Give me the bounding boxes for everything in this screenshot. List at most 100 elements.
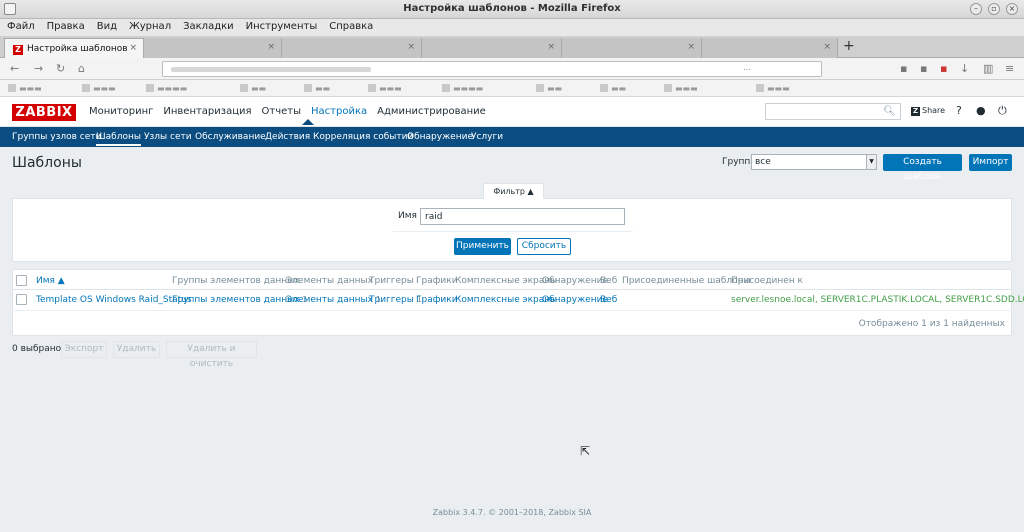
nav-administration[interactable]: Администрирование xyxy=(377,106,486,117)
menu-tools[interactable]: Инструменты xyxy=(239,19,323,32)
zabbix-logo[interactable]: ZABBIX xyxy=(12,104,76,121)
menu-edit[interactable]: Правка xyxy=(40,19,90,32)
extension-icon[interactable]: ▪ xyxy=(900,62,907,75)
items-link[interactable]: Элементы данных 1 xyxy=(286,295,381,305)
subnav-hosts[interactable]: Узлы сети xyxy=(144,132,192,142)
subnav-services[interactable]: Услуги xyxy=(471,132,503,142)
tab-blurred-4[interactable]: × xyxy=(562,38,702,58)
row-checkbox[interactable] xyxy=(16,294,27,305)
sign-out-icon[interactable]: ⏻ xyxy=(998,104,1007,118)
bookmark-item[interactable]: ▬▬ xyxy=(536,84,596,93)
tab-close-icon[interactable]: × xyxy=(267,42,275,52)
bookmark-item[interactable]: ▬▬▬ xyxy=(82,84,142,93)
subnav-maintenance[interactable]: Обслуживание xyxy=(195,132,266,142)
create-template-button[interactable]: Создать шаблон xyxy=(883,154,962,182)
bookmark-item[interactable]: ▬▬▬▬ xyxy=(442,84,532,93)
bookmark-item[interactable]: ▬▬ xyxy=(304,84,364,93)
column-header-discovery: Обнаружение xyxy=(542,276,608,286)
global-search-input[interactable]: 🔍︎ xyxy=(765,103,901,120)
apply-button[interactable]: Применить xyxy=(454,238,511,255)
filter-divider xyxy=(393,231,633,232)
bookmark-item[interactable]: ▬▬▬ xyxy=(756,84,836,93)
group-select[interactable]: все ▼ xyxy=(751,154,877,170)
export-button[interactable]: Экспорт xyxy=(61,341,107,358)
menu-view[interactable]: Вид xyxy=(90,19,122,32)
menu-help[interactable]: Справка xyxy=(322,19,378,32)
active-nav-caret xyxy=(302,119,314,125)
tab-blurred-3[interactable]: × xyxy=(422,38,562,58)
extension-icon[interactable]: ▪ xyxy=(940,62,947,75)
mouse-cursor-icon: ⇱ xyxy=(580,444,591,458)
menu-history[interactable]: Журнал xyxy=(122,19,176,32)
items-link-label: Элементы данных xyxy=(286,295,373,305)
navigation-bar: ← → ↻ ⌂ ⋯ ▪ ▪ ▪ ↓ ▥ ≡ xyxy=(0,58,1024,80)
tab-close-icon[interactable]: × xyxy=(407,42,415,52)
triggers-link[interactable]: Триггеры 1 xyxy=(369,295,422,305)
help-icon[interactable]: ? xyxy=(956,104,962,117)
web-link[interactable]: Веб xyxy=(600,295,617,305)
forward-icon[interactable]: → xyxy=(34,62,43,75)
filter-tab[interactable]: Фильтр ▲ xyxy=(483,183,544,199)
filter-name-input[interactable]: raid xyxy=(420,208,625,225)
bookmark-item[interactable]: ▬▬ xyxy=(600,84,660,93)
nav-configuration[interactable]: Настройка xyxy=(311,106,367,117)
bookmark-item[interactable]: ▬▬▬ xyxy=(664,84,744,93)
menu-file[interactable]: Файл xyxy=(0,19,40,32)
tab-close-icon[interactable]: × xyxy=(823,42,831,52)
discovery-link[interactable]: Обнаружение xyxy=(542,295,608,305)
delete-and-clear-button[interactable]: Удалить и очистить xyxy=(166,341,257,369)
column-header-items: Элементы данных xyxy=(286,276,373,286)
reset-button[interactable]: Сбросить xyxy=(517,238,571,255)
subnav-templates[interactable]: Шаблоны xyxy=(96,132,141,146)
bookmarks-toolbar: ▬▬▬ ▬▬▬ ▬▬▬▬ ▬▬ ▬▬ ▬▬▬ ▬▬▬▬ ▬▬ ▬▬ ▬▬▬ ▬▬… xyxy=(0,80,1024,97)
page-title: Шаблоны xyxy=(12,155,82,171)
delete-button[interactable]: Удалить xyxy=(113,341,160,358)
menu-bookmarks[interactable]: Закладки xyxy=(176,19,239,32)
import-button[interactable]: Импорт xyxy=(969,154,1012,171)
window-title: Настройка шаблонов - Mozilla Firefox xyxy=(403,3,621,14)
zabbix-favicon-icon: Z xyxy=(13,45,23,55)
hamburger-menu-icon[interactable]: ≡ xyxy=(1005,62,1014,75)
share-link[interactable]: Z Share xyxy=(911,106,945,116)
bookmark-item[interactable]: ▬▬ xyxy=(240,84,300,93)
bookmark-item[interactable]: ▬▬▬ xyxy=(8,84,78,93)
address-bar[interactable]: ⋯ xyxy=(162,61,822,77)
maximize-icon[interactable]: ▫ xyxy=(988,3,1000,15)
nav-inventory[interactable]: Инвентаризация xyxy=(163,106,251,117)
search-icon[interactable]: 🔍︎ xyxy=(883,106,896,117)
bookmark-item[interactable]: ▬▬▬▬ xyxy=(146,84,236,93)
tab-blurred-2[interactable]: × xyxy=(282,38,422,58)
zoom-indicator[interactable]: ⋯ xyxy=(743,65,751,74)
linked-hosts-links[interactable]: server.lesnoe.local, SERVER1C.PLASTIK.LO… xyxy=(731,295,1024,305)
extension-icon[interactable]: ▪ xyxy=(920,62,927,75)
tab-close-icon[interactable]: × xyxy=(129,43,137,53)
back-icon[interactable]: ← xyxy=(10,62,19,75)
tab-blurred-5[interactable]: × xyxy=(702,38,838,58)
tab-active[interactable]: Z Настройка шаблонов × xyxy=(4,38,144,58)
subnav-event-correlation[interactable]: Корреляция событий xyxy=(313,132,413,142)
nav-reports[interactable]: Отчеты xyxy=(262,106,301,117)
template-name-link[interactable]: Template OS Windows Raid_Status xyxy=(36,295,192,305)
graphs-link[interactable]: Графики xyxy=(416,295,458,305)
new-tab-button[interactable]: + xyxy=(843,38,855,54)
home-icon[interactable]: ⌂ xyxy=(78,62,85,75)
nav-monitoring[interactable]: Мониторинг xyxy=(89,106,153,117)
tab-blurred-1[interactable]: × xyxy=(144,38,282,58)
select-all-checkbox[interactable] xyxy=(16,275,27,286)
subnav-host-groups[interactable]: Группы узлов сети xyxy=(12,132,101,142)
bookmark-item[interactable]: ▬▬▬ xyxy=(368,84,438,93)
tab-close-icon[interactable]: × xyxy=(687,42,695,52)
close-icon[interactable]: × xyxy=(1006,3,1018,15)
subnav-actions[interactable]: Действия xyxy=(265,132,310,142)
user-profile-icon[interactable]: ● xyxy=(976,104,986,117)
subnav-discovery[interactable]: Обнаружение xyxy=(407,132,473,142)
reload-icon[interactable]: ↻ xyxy=(56,62,65,75)
item-groups-link-label: Группы элементов данных xyxy=(172,295,300,305)
minimize-icon[interactable]: – xyxy=(970,3,982,15)
selected-count: 0 выбрано xyxy=(12,344,62,354)
tab-close-icon[interactable]: × xyxy=(547,42,555,52)
column-header-triggers: Триггеры xyxy=(369,276,414,286)
library-icon[interactable]: ▥ xyxy=(983,62,993,75)
downloads-icon[interactable]: ↓ xyxy=(960,62,969,75)
column-header-name[interactable]: Имя ▲ xyxy=(36,276,65,286)
